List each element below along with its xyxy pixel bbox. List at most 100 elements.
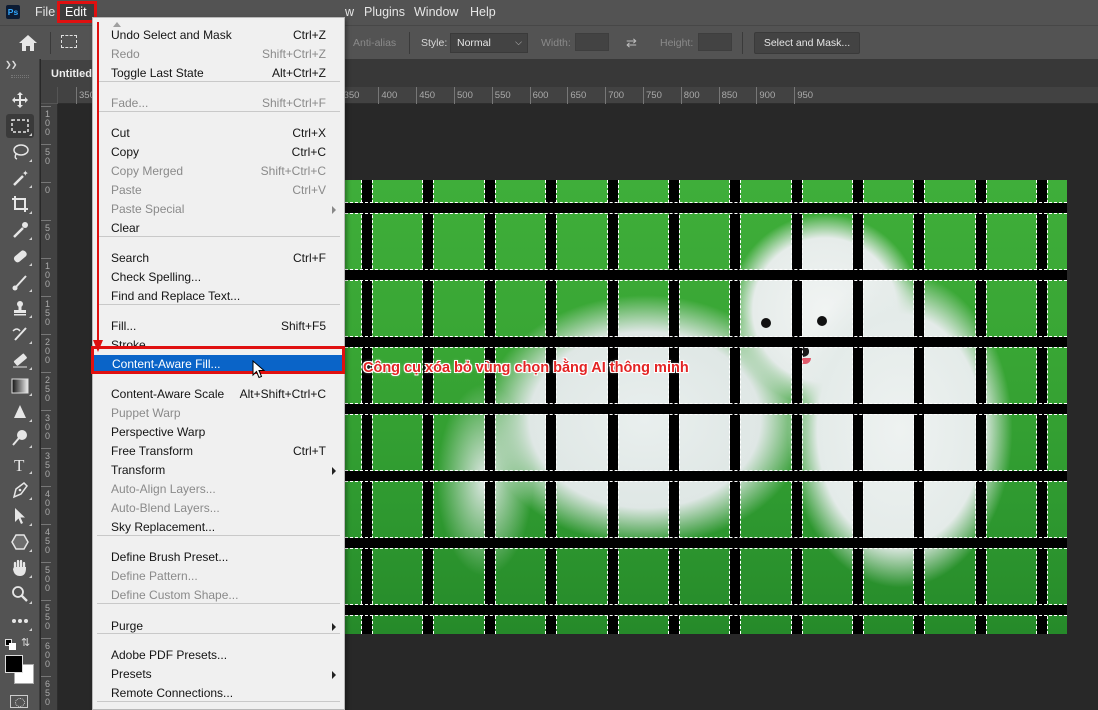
hexagon-icon	[11, 533, 29, 551]
menu-item-auto-blend-layers[interactable]: Auto-Blend Layers...	[93, 499, 344, 518]
menu-help[interactable]: Help	[470, 5, 496, 19]
menu-window[interactable]: Window	[414, 5, 458, 19]
menu-item-label: Search	[111, 251, 150, 265]
zoom-tool[interactable]	[6, 582, 34, 606]
pen-icon	[11, 481, 29, 499]
submenu-arrow-icon	[332, 623, 336, 631]
path-selection-tool[interactable]	[6, 504, 34, 528]
annotation-caption: Công cụ xóa bỏ vùng chọn bằng AI thông m…	[363, 360, 689, 376]
menu-item-shortcut: Ctrl+F	[293, 251, 326, 265]
menu-item-presets[interactable]: Presets	[93, 665, 344, 684]
eraser-icon	[11, 351, 29, 369]
menu-item-check-spelling[interactable]: Check Spelling...	[93, 268, 344, 287]
menu-item-clear[interactable]: Clear	[93, 219, 344, 238]
clone-stamp-tool[interactable]	[6, 296, 34, 320]
ruler-tick-label: 500	[454, 87, 473, 104]
menu-item-copy-merged[interactable]: Copy Merged Shift+Ctrl+C	[93, 162, 344, 181]
menu-item-remote-connections[interactable]: Remote Connections...	[93, 684, 344, 703]
height-input[interactable]	[698, 33, 732, 51]
brush-tool[interactable]	[6, 270, 34, 294]
menu-item-transform[interactable]: Transform	[93, 461, 344, 480]
menu-item-toggle-last-state[interactable]: Toggle Last State Alt+Ctrl+Z	[93, 64, 344, 83]
magic-wand-tool[interactable]: ✦	[6, 166, 34, 190]
menu-item-define-pattern[interactable]: Define Pattern...	[93, 567, 344, 586]
menu-item-undo-select-and-mask[interactable]: Undo Select and Mask Ctrl+Z	[93, 26, 344, 45]
hand-tool[interactable]	[6, 556, 34, 580]
ruler-tick-label: 500	[41, 562, 51, 593]
menu-item-find-and-replace-text[interactable]: Find and Replace Text...	[93, 287, 344, 306]
menu-item-cut[interactable]: Cut Ctrl+X	[93, 124, 344, 143]
ruler-origin[interactable]	[41, 87, 58, 104]
ruler-tick-label: 450	[41, 524, 51, 555]
options-separator	[409, 32, 410, 54]
pen-tool[interactable]	[6, 478, 34, 502]
rectangular-marquee-tool[interactable]	[6, 114, 34, 138]
menu-item-shortcut: Alt+Ctrl+Z	[271, 66, 326, 80]
swap-dimensions-icon[interactable]: ⇄	[626, 35, 637, 51]
menu-item-label: Redo	[111, 47, 140, 61]
menu-item-define-brush-preset[interactable]: Define Brush Preset...	[93, 548, 344, 567]
menu-item-sky-replacement[interactable]: Sky Replacement...	[93, 518, 344, 537]
menu-item-puppet-warp[interactable]: Puppet Warp	[93, 404, 344, 423]
eraser-tool[interactable]	[6, 348, 34, 372]
menu-item-adobe-pdf-presets[interactable]: Adobe PDF Presets...	[93, 646, 344, 665]
tool-group-indicator	[29, 497, 32, 500]
eyedropper-tool[interactable]	[6, 218, 34, 242]
menu-item-label: Auto-Align Layers...	[111, 482, 216, 496]
history-brush-tool[interactable]	[6, 322, 34, 346]
menu-item-label: Paste	[111, 183, 142, 197]
menu-edit[interactable]: Edit	[65, 5, 87, 19]
menu-item-label: Free Transform	[111, 444, 194, 458]
annotation-highlight-box	[91, 346, 345, 374]
menu-item-free-transform[interactable]: Free Transform Ctrl+T	[93, 442, 344, 461]
menu-item-perspective-warp[interactable]: Perspective Warp	[93, 423, 344, 442]
tool-group-indicator	[29, 419, 32, 422]
style-dropdown[interactable]: Normal ⌵	[450, 33, 528, 53]
edit-toolbar[interactable]	[6, 609, 34, 633]
default-colors-icon[interactable]	[5, 639, 16, 650]
menu-item-redo[interactable]: Redo Shift+Ctrl+Z	[93, 45, 344, 64]
menu-item-auto-align-layers[interactable]: Auto-Align Layers...	[93, 480, 344, 499]
ruler-tick-label: 100	[41, 106, 51, 137]
home-icon[interactable]	[18, 34, 38, 52]
marquee-preset-icon[interactable]	[61, 35, 77, 48]
panel-grip[interactable]	[11, 75, 29, 78]
move-tool[interactable]	[6, 88, 34, 112]
menu-item-define-custom-shape[interactable]: Define Custom Shape...	[93, 586, 344, 605]
menu-item-fill[interactable]: Fill... Shift+F5	[93, 317, 344, 336]
dodge-tool[interactable]	[6, 426, 34, 450]
menu-item-content-aware-scale[interactable]: Content-Aware Scale Alt+Shift+Ctrl+C	[93, 385, 344, 404]
collapse-panel-icon[interactable]: ❯❯	[5, 60, 17, 69]
menu-item-copy[interactable]: Copy Ctrl+C	[93, 143, 344, 162]
select-and-mask-button[interactable]: Select and Mask...	[754, 32, 860, 54]
menu-item-paste[interactable]: Paste Ctrl+V	[93, 181, 344, 200]
menu-item-shortcut: Ctrl+Z	[293, 28, 326, 42]
brush-icon	[11, 273, 29, 291]
menu-plugins[interactable]: Plugins	[364, 5, 405, 19]
menu-item-search[interactable]: Search Ctrl+F	[93, 249, 344, 268]
tool-group-indicator	[29, 628, 32, 631]
menu-view[interactable]: w	[345, 5, 354, 19]
menu-file[interactable]: File	[35, 5, 55, 19]
menu-item-shortcut: Shift+F5	[280, 319, 326, 333]
ruler-tick-label: 850	[718, 87, 737, 104]
canvas-image[interactable]	[345, 180, 1067, 634]
ruler-tick-label: 50	[41, 144, 51, 166]
swap-colors-icon[interactable]: ⇅	[21, 636, 30, 649]
menu-item-purge[interactable]: Purge	[93, 617, 344, 636]
width-input[interactable]	[575, 33, 609, 51]
blur-tool[interactable]	[6, 400, 34, 424]
lasso-tool[interactable]	[6, 140, 34, 164]
ruler-tick-label: 600	[41, 638, 51, 669]
shape-tool[interactable]	[6, 530, 34, 554]
menu-item-fade[interactable]: Fade... Shift+Ctrl+F	[93, 94, 344, 113]
vertical-ruler[interactable]: 100 50 0 50 100 150 200 250 300 350 400 450 500 550 60…	[41, 104, 58, 710]
type-tool[interactable]: T	[6, 452, 34, 476]
foreground-color-swatch[interactable]	[5, 655, 23, 673]
crop-tool[interactable]	[6, 192, 34, 216]
gradient-tool[interactable]	[6, 374, 34, 398]
healing-brush-tool[interactable]	[6, 244, 34, 268]
quick-mask-icon[interactable]	[10, 695, 28, 708]
menu-item-paste-special[interactable]: Paste Special	[93, 200, 344, 219]
submenu-arrow-icon	[332, 206, 336, 214]
